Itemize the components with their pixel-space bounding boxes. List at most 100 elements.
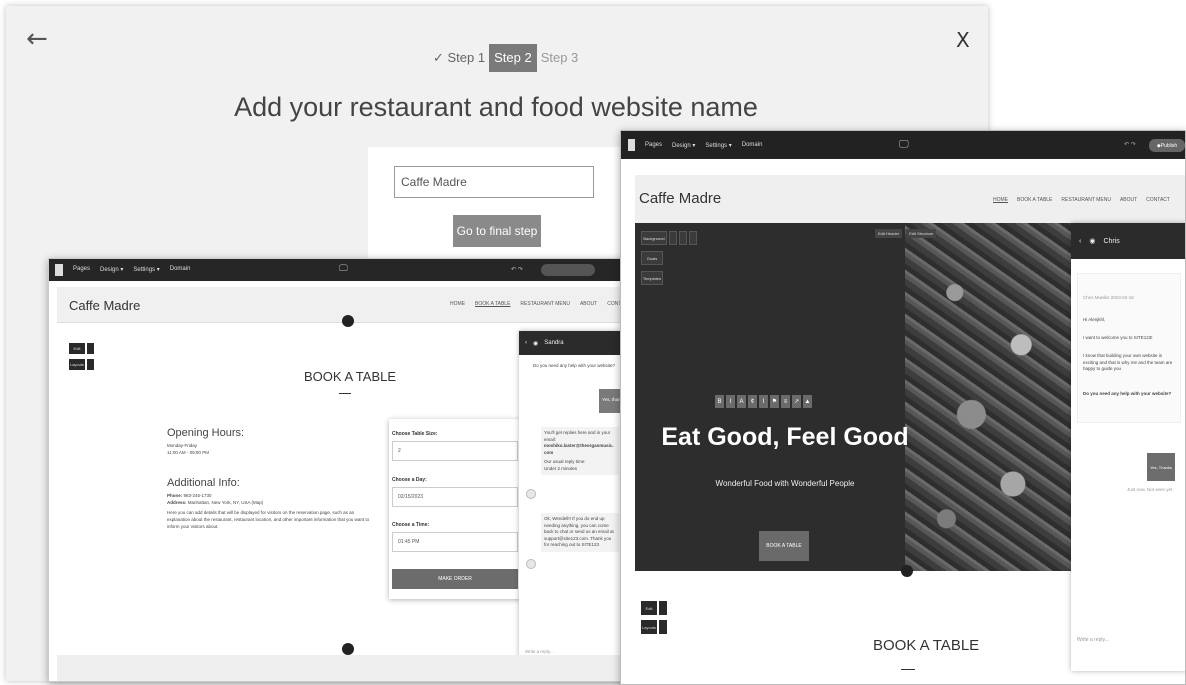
chat-followup: Ok, Wendell!! If you do end up needing a… (541, 513, 619, 552)
background-button[interactable]: Background (641, 231, 667, 245)
italic-icon[interactable]: I (726, 395, 735, 408)
chat-back-icon[interactable]: ‹ (1079, 238, 1081, 245)
site-nav: HOME BOOK A TABLE RESTAURANT MENU ABOUT … (450, 301, 631, 307)
style-icon[interactable]: ¢ (748, 395, 757, 408)
preview-pill[interactable] (541, 264, 595, 276)
align-icon[interactable]: ≡ (781, 395, 790, 408)
menu-settings[interactable]: Settings ▾ (133, 266, 159, 273)
layouts-dropdown-icon[interactable] (87, 359, 94, 370)
bg-option-3-icon[interactable] (689, 231, 697, 245)
templates-button[interactable]: Templates (641, 271, 663, 285)
step-3[interactable]: Step 3 (537, 44, 583, 72)
editor-logo-icon (55, 264, 63, 276)
go-to-final-step-button[interactable]: Go to final step (453, 215, 541, 247)
time-select[interactable]: 01:45 PM (392, 532, 518, 552)
site-logo[interactable]: Caffe Madre (639, 190, 721, 207)
add-section-dot-bottom[interactable] (342, 643, 354, 655)
add-section-dot[interactable] (901, 565, 913, 577)
section-controls: Edit Layouts (69, 343, 94, 370)
menu-domain[interactable]: Domain (170, 266, 191, 273)
chat-email-note: You'll get replies here and in your emai… (544, 430, 611, 442)
menu-pages[interactable]: Pages (73, 266, 90, 273)
edit-header-button[interactable]: Edit Header (875, 229, 903, 238)
chat-time: Chris Mueller 2023-02-16 (1083, 295, 1134, 300)
edit-button[interactable]: Edit (69, 343, 85, 354)
section-controls: Edit Layouts (641, 601, 667, 634)
link-icon[interactable]: ↗ (792, 395, 801, 408)
section-title: BOOK A TABLE (873, 637, 980, 654)
chat-header: ‹ ◉ Chris (1071, 223, 1185, 259)
site-logo[interactable]: Caffe Madre (69, 298, 140, 313)
nav-home[interactable]: HOME (993, 197, 1008, 203)
nav-restaurant-menu[interactable]: RESTAURANT MENU (1061, 197, 1111, 203)
step-1[interactable]: ✓ Step 1 (429, 44, 489, 72)
menu-domain[interactable]: Domain (742, 142, 763, 149)
layouts-button[interactable]: Layouts (69, 359, 85, 370)
layouts-dropdown-icon[interactable] (659, 620, 667, 634)
make-order-button[interactable]: MAKE ORDER (392, 569, 518, 589)
hero-edit-controls: Edit Header Edit Structure (875, 229, 937, 238)
title-divider (339, 393, 351, 394)
site-nav: HOME BOOK A TABLE RESTAURANT MENU ABOUT … (993, 197, 1170, 203)
hero-section: Background Goals Templates Edit Header E… (635, 223, 1071, 571)
nav-book-a-table[interactable]: BOOK A TABLE (1017, 197, 1052, 203)
back-arrow-icon[interactable]: ← (26, 24, 48, 54)
opening-hours-title: Opening Hours: (167, 427, 245, 439)
chat-greeting: Hi Alenjkhl, (1083, 317, 1106, 322)
nav-about[interactable]: ABOUT (580, 301, 597, 307)
text-cursor-icon[interactable]: I (759, 395, 768, 408)
nav-book-a-table[interactable]: BOOK A TABLE (475, 301, 510, 307)
font-color-icon[interactable]: A (737, 395, 746, 408)
chat-back-icon[interactable]: ‹ (525, 340, 527, 346)
wizard-title: Add your restaurant and food website nam… (234, 92, 758, 122)
menu-design[interactable]: Design ▾ (100, 266, 123, 273)
address-label: Address: (167, 500, 187, 505)
bg-option-1-icon[interactable] (669, 231, 677, 245)
undo-redo-icon[interactable]: ↶ ↷ (1124, 141, 1136, 148)
nav-about[interactable]: ABOUT (1120, 197, 1137, 203)
day-label: Choose a Day: (392, 477, 427, 483)
menu-design[interactable]: Design ▾ (672, 142, 695, 149)
editor-toolbar: Pages Design ▾ Settings ▾ Domain 🖵 ↶ ↷ (49, 259, 641, 281)
edit-dropdown-icon[interactable] (659, 601, 667, 615)
next-section (57, 655, 637, 681)
close-icon[interactable]: X (956, 28, 970, 52)
website-name-input[interactable]: Caffe Madre (394, 166, 594, 198)
edit-button[interactable]: Edit (641, 601, 657, 615)
bold-icon[interactable]: B (715, 395, 724, 408)
chat-welcome: I want to welcome you to SITE123! (1083, 335, 1153, 340)
chat-yes-bubble: Yes, Thanks (1147, 453, 1175, 481)
hero-subtitle[interactable]: Wonderful Food with Wonderful People (655, 479, 915, 488)
edit-dropdown-icon[interactable] (87, 343, 94, 354)
hero-book-a-table-button[interactable]: BOOK A TABLE (759, 531, 809, 561)
editor-logo-icon (628, 139, 635, 151)
chat-widget-chris: ‹ ◉ Chris Chris Mueller 2023-02-16 Hi Al… (1071, 223, 1185, 671)
edit-structure-button[interactable]: Edit Structure (906, 229, 937, 238)
bg-option-2-icon[interactable] (679, 231, 687, 245)
editor-preview-home: Pages Design ▾ Settings ▾ Domain 🖵 ↶ ↷ ◆… (620, 130, 1186, 685)
title-divider (901, 669, 915, 670)
ai-icon[interactable]: ▲ (803, 395, 812, 408)
desktop-preview-icon[interactable]: 🖵 (899, 139, 909, 150)
desktop-preview-icon[interactable]: 🖵 (339, 264, 348, 274)
menu-settings[interactable]: Settings ▾ (705, 142, 731, 149)
layouts-button[interactable]: Layouts (641, 620, 657, 634)
section-title: BOOK A TABLE (304, 369, 397, 384)
time-label: Choose a Time: (392, 522, 430, 528)
goals-button[interactable]: Goals (641, 251, 663, 265)
menu-pages[interactable]: Pages (645, 142, 662, 149)
table-size-select[interactable]: 2 (392, 441, 518, 461)
step-2[interactable]: Step 2 (489, 44, 537, 72)
chat-reply-input[interactable]: Write a reply... (1077, 637, 1109, 643)
flag-icon[interactable]: ⚑ (770, 395, 779, 408)
agent-avatar (526, 489, 536, 499)
day-input[interactable]: 02/15/2023 (392, 487, 518, 507)
nav-home[interactable]: HOME (450, 301, 465, 307)
info-text: Here you can add details that will be di… (167, 510, 370, 529)
nav-contact[interactable]: CONTACT (1146, 197, 1170, 203)
undo-redo-icon[interactable]: ↶ ↷ (511, 266, 523, 273)
hero-title[interactable]: Eat Good, Feel Good (655, 423, 915, 452)
nav-restaurant-menu[interactable]: RESTAURANT MENU (520, 301, 570, 307)
add-section-dot[interactable] (342, 315, 354, 327)
publish-button[interactable]: ◆Publish (1149, 139, 1185, 152)
